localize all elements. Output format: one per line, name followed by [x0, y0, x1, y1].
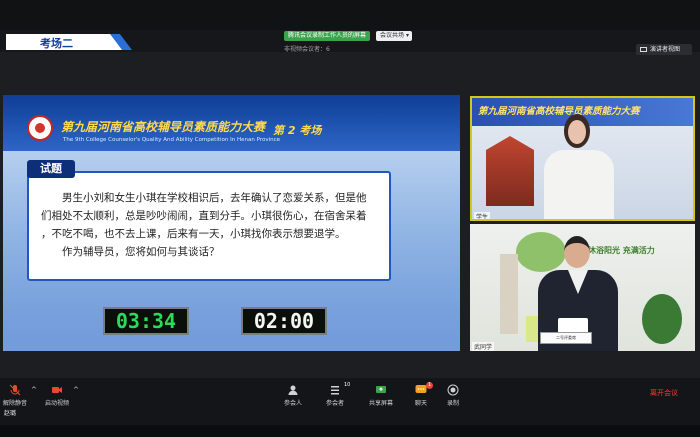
share-screen-button[interactable]: 共享屏幕: [364, 384, 398, 407]
video-options-caret-icon[interactable]: ^: [73, 386, 79, 394]
share-screen-label: 共享屏幕: [368, 400, 393, 407]
question-line: 作为辅导员，您将如何与其谈话？: [62, 246, 220, 258]
question-box: 男生小刘和女生小琪在学校相识后，去年确认了恋爱关系，但是他 们相处不太顺利，总是…: [27, 171, 391, 281]
cam1-banner-text: 第九届河南省高校辅导员素质能力大赛: [478, 106, 640, 117]
cam2-wall-slogan: 沐浴阳光 充满活力: [588, 246, 655, 255]
participants-button[interactable]: 参会人: [276, 384, 310, 407]
elapsed-timer: 03:34: [103, 307, 189, 335]
cam2-cup: [526, 316, 538, 342]
chat-label: 聊天: [414, 400, 427, 407]
attendees-count-badge: 10: [344, 382, 351, 388]
participants-label: 参会人: [283, 400, 302, 407]
cam2-wall-tree: [516, 232, 566, 272]
cam1-person: [544, 150, 614, 219]
mute-options-caret-icon[interactable]: ^: [31, 386, 37, 394]
record-button[interactable]: 录制: [436, 384, 470, 407]
speaker-view-button[interactable]: 演讲者视图: [636, 44, 692, 55]
cam1-background-building: [486, 136, 534, 206]
cam2-plant: [642, 294, 682, 344]
cam2-shelf: [500, 254, 518, 334]
record-icon: [447, 384, 459, 396]
layout-dropdown-label: 会议共场: [380, 32, 405, 39]
question-tab: 试题: [27, 160, 75, 178]
shared-screen: 第九届河南省高校辅导员素质能力大赛 The 9th College Counse…: [3, 95, 460, 351]
self-user-name: 赵璐: [4, 410, 17, 417]
cam2-name-tag: 武同学: [472, 342, 495, 351]
record-label: 录制: [446, 400, 459, 407]
question-line: 男生小刘和女生小琪在学校相识后，去年确认了恋爱关系，但是他: [62, 192, 367, 204]
slide-background-city: [3, 285, 460, 351]
window-bottom-strip: [0, 425, 700, 437]
start-video-button[interactable]: 启动视频: [42, 384, 72, 407]
window-top-strip: [0, 0, 700, 30]
grid-view-icon: [640, 47, 647, 52]
slide-room-number: 第 2 考场: [273, 124, 322, 137]
chevron-down-icon: ▾: [405, 32, 409, 39]
slide-title: 第九届河南省高校辅导员素质能力大赛: [61, 120, 266, 134]
speaker-view-label: 演讲者视图: [650, 46, 681, 53]
share-screen-icon: [376, 386, 386, 393]
meeting-meta: 非视频会议者：6: [284, 46, 330, 53]
competition-logo: [27, 115, 53, 141]
chat-button[interactable]: 聊天: [404, 384, 438, 407]
unmute-label: 解除静音: [2, 400, 27, 407]
cam2-person-head: [564, 236, 590, 268]
person-icon: [288, 385, 298, 395]
room-label: 考场二: [40, 37, 73, 50]
camera-off-icon: [52, 387, 62, 393]
cam1-person-face: [568, 120, 586, 144]
video-tile-judge[interactable]: 沐浴阳光 充满活力 二号评委席 武同学: [470, 224, 695, 351]
unmute-button[interactable]: 解除静音: [0, 384, 30, 407]
start-video-label: 启动视频: [44, 400, 69, 407]
attendees-label: 参会者: [325, 400, 344, 407]
list-icon: [331, 386, 339, 395]
layout-dropdown[interactable]: 会议共场 ▾: [376, 31, 412, 41]
mic-muted-icon: [9, 384, 21, 396]
question-line: 们相处不太顺利，总是吵吵闹闹，直到分手。小琪很伤心，在宿舍呆着: [41, 210, 367, 222]
leave-meeting-button[interactable]: 离开会议: [650, 388, 678, 398]
video-tile-student[interactable]: 第九届河南省高校辅导员素质能力大赛 学生: [470, 96, 695, 221]
slide-subtitle: The 9th College Counselor's Quality And …: [63, 137, 281, 143]
cam1-name-tag: 学生: [474, 212, 491, 221]
recording-indicator[interactable]: 腾讯会议录制工作人员的屏幕: [284, 31, 370, 41]
question-line: ，不吃不喝，也不去上课，后来有一天，小琪找你表示想要退学。: [41, 228, 346, 240]
limit-timer: 02:00: [241, 307, 327, 335]
cam2-nameplate: 二号评委席: [540, 332, 592, 344]
